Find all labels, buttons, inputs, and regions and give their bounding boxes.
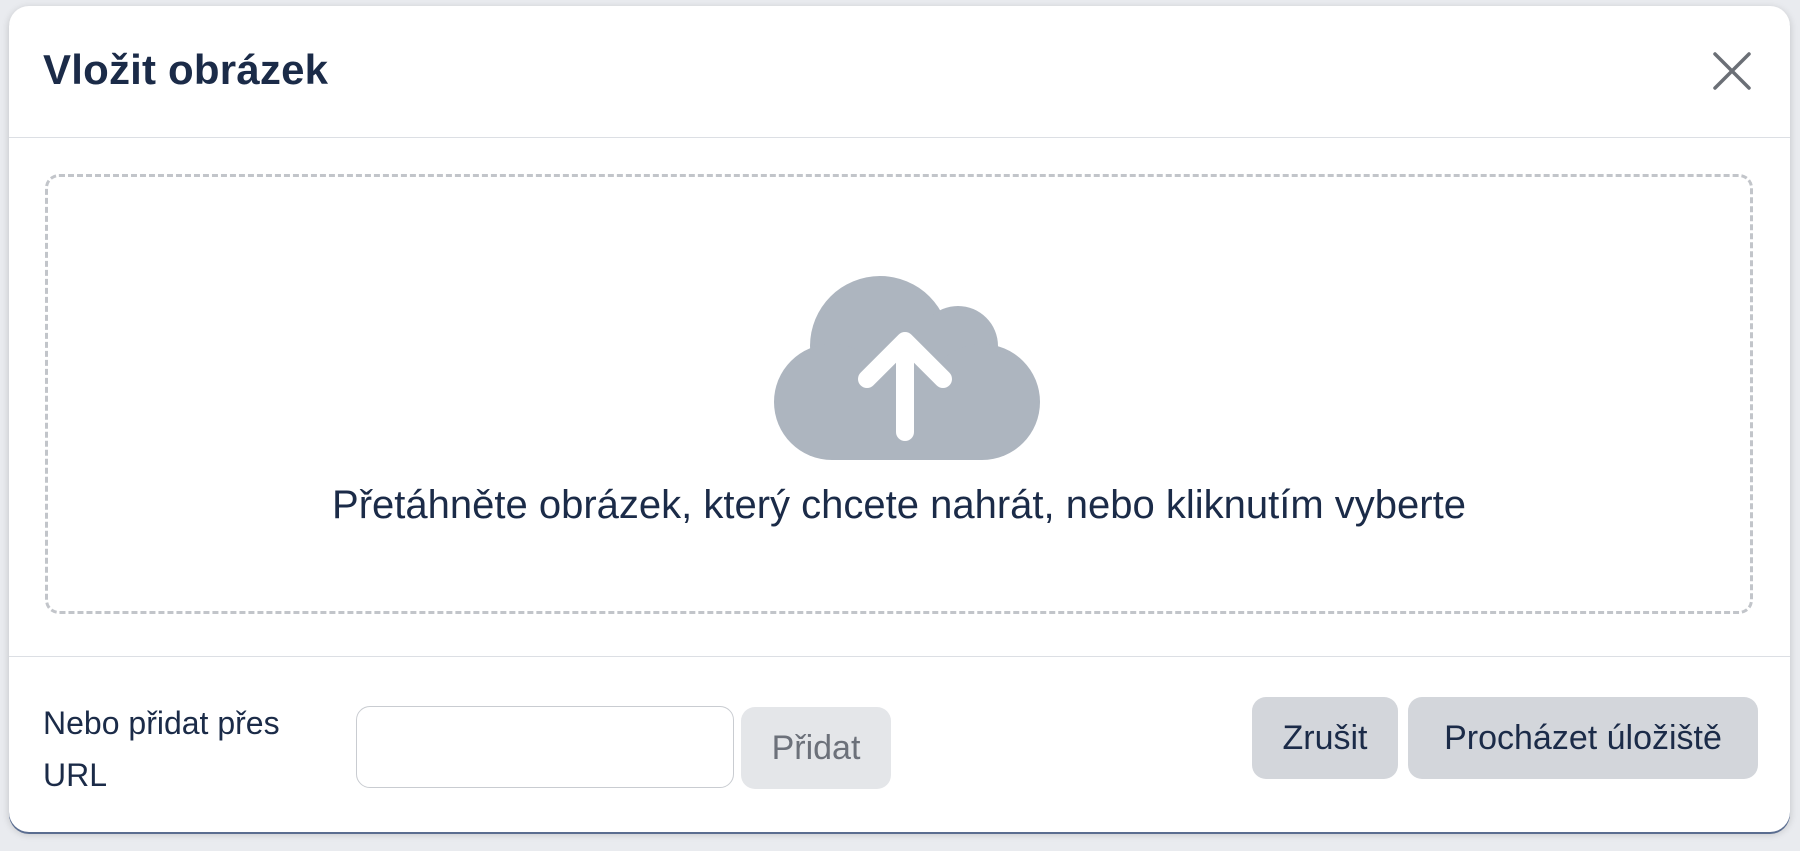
url-input[interactable] bbox=[356, 706, 734, 788]
cancel-button[interactable]: Zrušit bbox=[1252, 697, 1398, 779]
dialog-footer: Nebo přidat přes URL Přidat Zrušit Proch… bbox=[9, 656, 1790, 832]
url-label: Nebo přidat přes URL bbox=[43, 705, 280, 793]
dialog-title: Vložit obrázek bbox=[43, 46, 329, 93]
close-icon bbox=[1713, 52, 1751, 90]
browse-storage-button[interactable]: Procházet úložiště bbox=[1408, 697, 1758, 779]
close-button[interactable] bbox=[1709, 48, 1755, 94]
dialog-header: Vložit obrázek bbox=[9, 6, 1790, 138]
add-url-button[interactable]: Přidat bbox=[741, 707, 891, 789]
dropzone-instructions: Přetáhněte obrázek, který chcete nahrát,… bbox=[332, 483, 1466, 527]
image-dropzone[interactable]: Přetáhněte obrázek, který chcete nahrát,… bbox=[45, 174, 1753, 614]
insert-image-dialog: Vložit obrázek Přetáhněte obrázek, který… bbox=[9, 6, 1790, 832]
cloud-upload-icon bbox=[774, 276, 1040, 460]
